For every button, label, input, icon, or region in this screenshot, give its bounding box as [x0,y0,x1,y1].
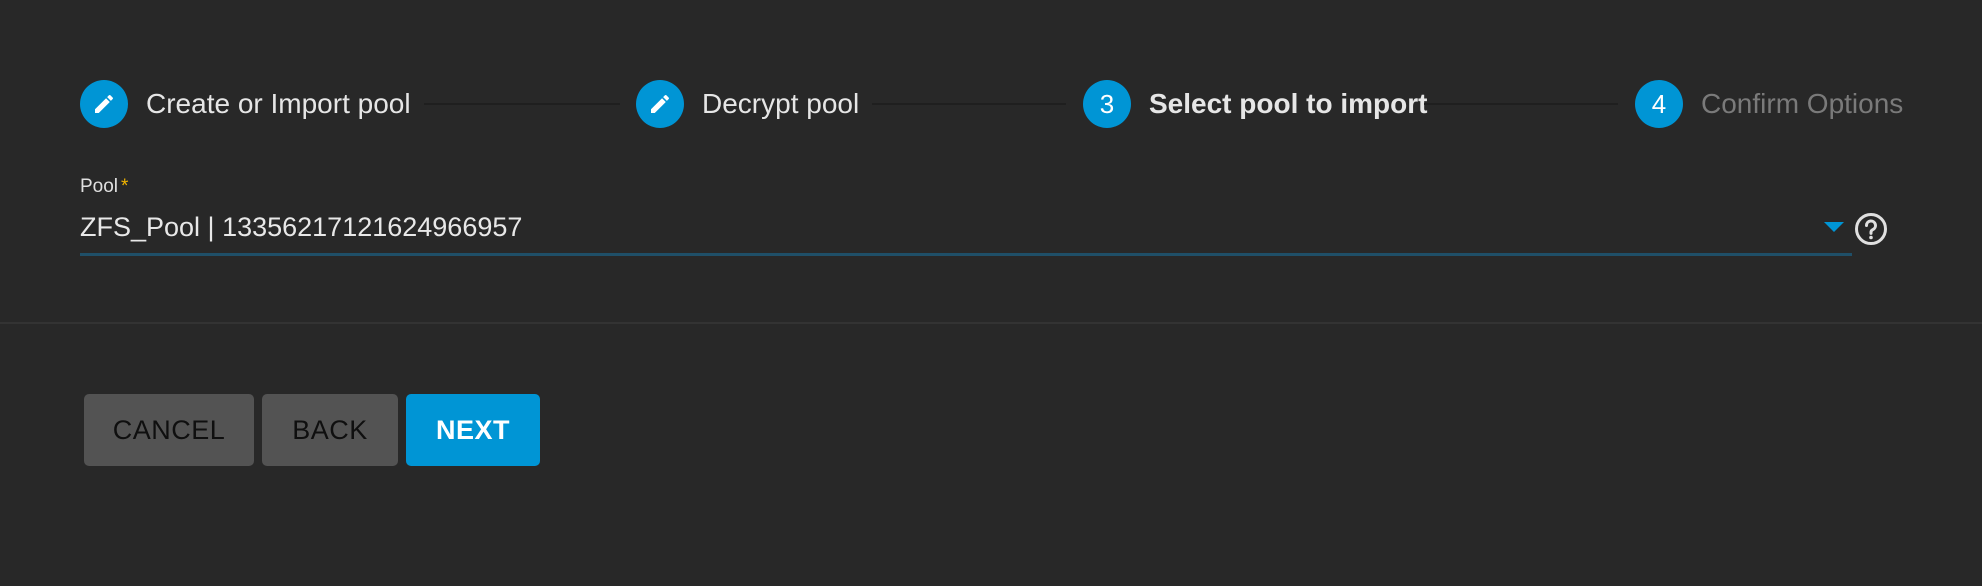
step-connector [1424,103,1618,105]
stepper: Create or Import pool Decrypt pool 3 Sel… [0,0,1982,160]
step-connector [424,103,620,105]
back-button[interactable]: BACK [262,394,398,466]
pool-select-field[interactable]: Pool * ZFS_Pool | 13356217121624966957 [80,172,1852,262]
pool-label-text: Pool [80,176,119,197]
step-decrypt-pool[interactable]: Decrypt pool [636,80,859,128]
step-4-circle: 4 [1635,80,1683,128]
field-underline [80,253,1852,256]
step-2-circle [636,80,684,128]
step-confirm-options[interactable]: 4 Confirm Options [1635,80,1903,128]
step-label: Confirm Options [1701,88,1904,119]
step-create-or-import-pool[interactable]: Create or Import pool [80,80,411,128]
divider [0,322,1982,324]
step-connector [872,103,1066,105]
step-label: Select pool to import [1149,88,1428,119]
pencil-icon [95,94,114,113]
chevron-down-icon[interactable] [1824,222,1844,232]
step-label: Decrypt pool [702,88,860,119]
required-marker: * [121,176,129,197]
step-3-circle: 3 [1083,80,1131,128]
cancel-button[interactable]: CANCEL [84,394,254,466]
pencil-icon [651,94,670,113]
step-1-circle [80,80,128,128]
step-select-pool-to-import[interactable]: 3 Select pool to import [1083,80,1427,128]
step-label: Create or Import pool [146,88,411,119]
pool-label: Pool * [80,176,128,198]
next-button[interactable]: NEXT [406,394,540,466]
pool-select-value[interactable]: ZFS_Pool | 13356217121624966957 [80,212,522,243]
help-circle-icon[interactable] [1854,212,1888,246]
